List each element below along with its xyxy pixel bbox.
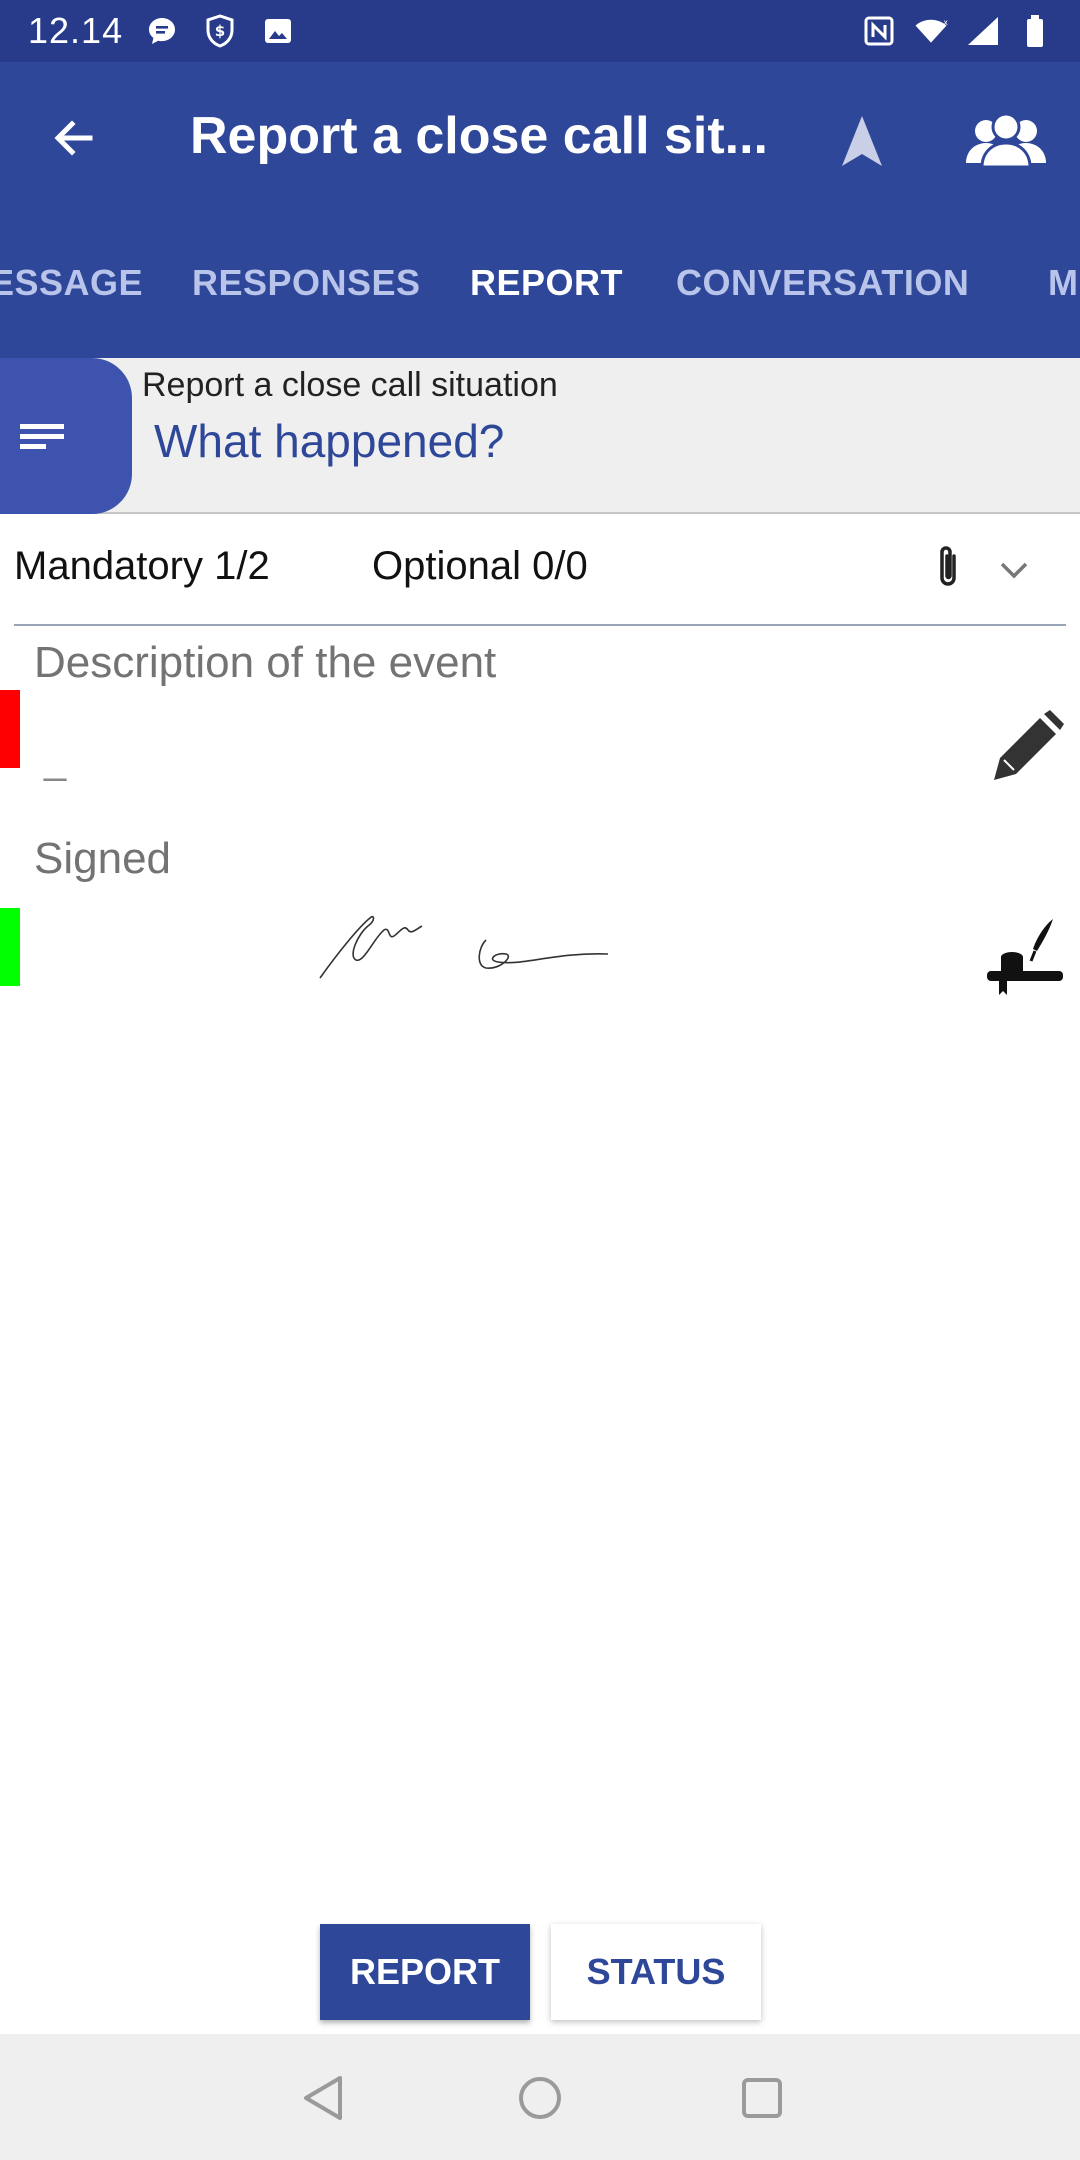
menu-button[interactable]	[0, 358, 132, 514]
paperclip-icon	[940, 546, 956, 586]
mandatory-status-indicator-red	[0, 690, 20, 768]
tab-conversation[interactable]: CONVERSATION	[676, 262, 969, 304]
battery-icon	[1018, 14, 1052, 48]
status-bar: 12.14 $ x	[0, 0, 1080, 62]
navigation-arrow-icon	[842, 116, 882, 166]
chevron-down-icon	[1000, 562, 1028, 579]
system-recents-button[interactable]	[734, 2070, 790, 2126]
menu-lines-icon	[20, 424, 64, 449]
chat-bubble-icon	[145, 14, 179, 48]
wifi-icon: x	[914, 14, 948, 48]
status-right-icons: x	[844, 14, 1052, 48]
mandatory-status-indicator-green	[0, 908, 20, 986]
svg-text:$: $	[215, 22, 225, 40]
tab-more[interactable]: M	[1048, 262, 1079, 304]
mandatory-count: Mandatory 1/2	[14, 544, 270, 588]
report-header: Report a close call situation What happe…	[0, 358, 1080, 514]
field-value-description[interactable]: _	[44, 738, 66, 783]
tab-bar: ESSAGE RESPONSES REPORT CONVERSATION M	[0, 212, 1080, 358]
back-button[interactable]	[44, 108, 104, 168]
report-button[interactable]: REPORT	[320, 1924, 530, 2020]
group-icon	[966, 113, 1046, 169]
arrow-left-icon	[54, 120, 93, 156]
system-navigation-bar	[0, 2034, 1080, 2160]
field-label-signed: Signed	[34, 834, 172, 883]
square-recents-icon	[742, 2078, 782, 2118]
nfc-icon	[862, 14, 896, 48]
status-button[interactable]: STATUS	[551, 1924, 761, 2020]
system-home-button[interactable]	[512, 2070, 568, 2126]
edit-description-button[interactable]	[984, 704, 1068, 788]
shield-dollar-icon: $	[203, 14, 237, 48]
group-button[interactable]	[958, 106, 1054, 176]
field-label-description: Description of the event	[34, 638, 497, 687]
expand-button[interactable]	[992, 548, 1036, 592]
divider	[14, 624, 1066, 626]
signature-quill-icon	[987, 919, 1063, 995]
signal-icon	[966, 14, 1000, 48]
app-bar: Report a close call sit...	[0, 62, 1080, 212]
signature-image	[319, 915, 609, 979]
sign-button[interactable]	[984, 916, 1068, 1000]
triangle-back-icon	[304, 2076, 342, 2120]
circle-home-icon	[519, 2077, 561, 2119]
optional-count: Optional 0/0	[372, 544, 588, 588]
page-title: Report a close call sit...	[190, 107, 768, 165]
system-back-button[interactable]	[294, 2070, 350, 2126]
tab-responses[interactable]: RESPONSES	[192, 262, 421, 304]
status-time: 12.14	[28, 10, 124, 51]
image-icon	[261, 14, 295, 48]
pen-icon	[994, 710, 1064, 780]
report-subtitle: Report a close call situation	[142, 366, 558, 404]
report-question: What happened?	[154, 415, 505, 467]
attachment-button[interactable]	[928, 538, 968, 596]
navigation-button[interactable]	[832, 106, 892, 176]
field-counts-row: Mandatory 1/2 Optional 0/0	[0, 524, 1080, 626]
svg-text:x: x	[943, 18, 948, 27]
tab-message[interactable]: ESSAGE	[0, 262, 143, 304]
tab-report[interactable]: REPORT	[470, 262, 623, 304]
